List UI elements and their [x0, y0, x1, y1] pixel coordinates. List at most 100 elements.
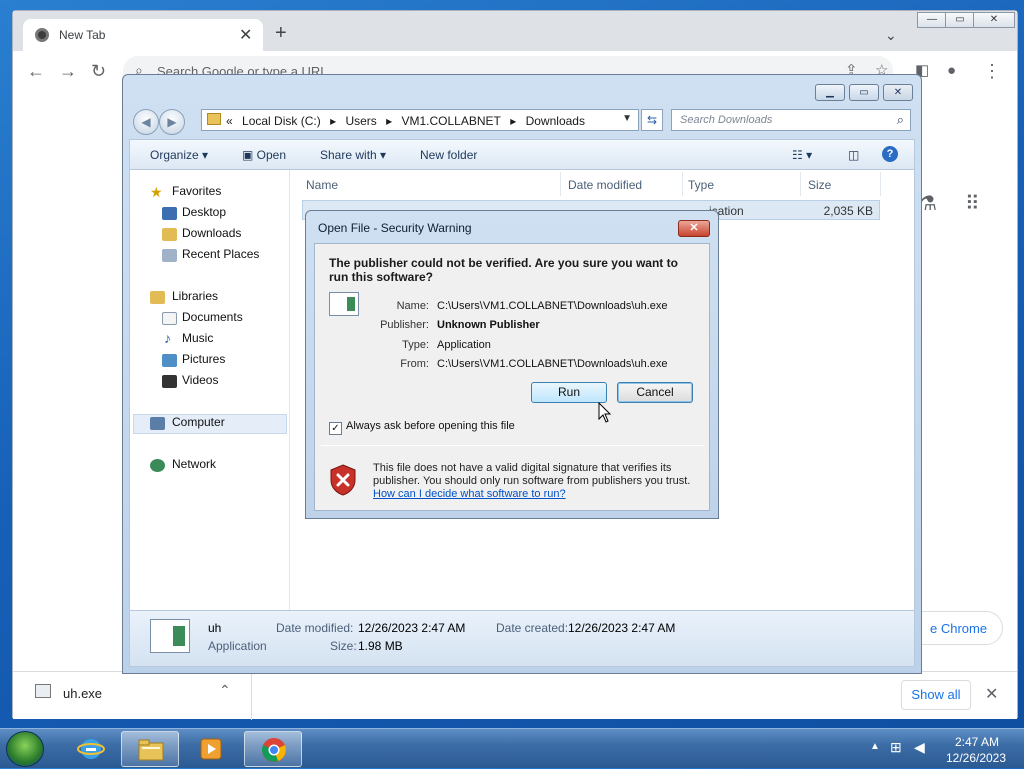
security-warning-dialog: Open File - Security Warning ✕ The publi… [305, 210, 719, 519]
nav-pictures[interactable]: Pictures [182, 352, 225, 366]
preview-pane-icon[interactable]: ◫ [848, 148, 859, 162]
organize-button[interactable]: Organize ▾ [150, 148, 208, 162]
close-icon[interactable]: ✕ [985, 684, 998, 704]
details-file-name: uh [208, 621, 222, 635]
reload-icon[interactable]: ↻ [91, 61, 106, 81]
close-window-button[interactable]: ✕ [973, 12, 1015, 28]
divider [682, 172, 683, 196]
taskbar-media-player[interactable] [182, 731, 240, 767]
maximize-button[interactable]: ▭ [849, 84, 879, 101]
nav-libraries[interactable]: Libraries [172, 289, 218, 303]
nav-desktop[interactable]: Desktop [182, 205, 226, 219]
clock-date[interactable]: 12/26/2023 [938, 751, 1014, 765]
documents-icon [162, 312, 177, 325]
back-icon[interactable]: ← [27, 61, 45, 81]
forward-icon[interactable]: → [59, 61, 77, 81]
search-icon[interactable]: ⌕ [897, 112, 904, 128]
crumb-users[interactable]: Users [345, 114, 376, 128]
back-icon[interactable]: ◀ [133, 109, 159, 135]
always-ask-checkbox[interactable]: ✓ Always ask before opening this file [329, 420, 515, 435]
search-placeholder: Search Downloads [680, 114, 773, 126]
recent-places-icon [162, 249, 177, 262]
start-button[interactable] [6, 731, 44, 767]
crumb-local-disk[interactable]: Local Disk (C:) [242, 114, 321, 128]
search-input[interactable]: Search Downloads ⌕ [671, 109, 911, 131]
publisher-label: Publisher: [380, 319, 429, 331]
column-size[interactable]: Size [808, 178, 831, 192]
close-tab-icon[interactable]: ✕ [239, 25, 252, 45]
nav-favorites[interactable]: Favorites [172, 184, 221, 198]
nav-network[interactable]: Network [172, 457, 216, 471]
minimize-button[interactable]: ▁ [815, 84, 845, 101]
network-status-icon[interactable]: ⊞ [890, 739, 902, 756]
help-link[interactable]: How can I decide what software to run? [373, 488, 566, 500]
checkbox-checked-icon[interactable]: ✓ [329, 422, 342, 435]
windows-explorer-icon [138, 739, 164, 761]
kebab-menu-icon[interactable]: ⋮ [983, 61, 1001, 81]
open-icon: ▣ [242, 148, 257, 162]
crumb-vm1[interactable]: VM1.COLLABNET [402, 114, 501, 128]
from-label: From: [400, 358, 429, 370]
shield-error-icon [330, 464, 356, 496]
dialog-body: The publisher could not be verified. Are… [314, 243, 710, 511]
command-bar: Organize ▾ ▣ Open Share with ▾ New folde… [129, 139, 915, 169]
address-bar[interactable]: « Local Disk (C:) ▸ Users ▸ VM1.COLLABNE… [201, 109, 639, 131]
profile-icon[interactable]: ● [947, 61, 956, 81]
from-value: C:\Users\VM1.COLLABNET\Downloads\uh.exe [437, 358, 668, 370]
forward-icon[interactable]: ▶ [159, 109, 185, 135]
type-value: Application [437, 339, 491, 351]
nav-videos[interactable]: Videos [182, 373, 218, 387]
file-size: 2,035 KB [823, 204, 873, 218]
cancel-button[interactable]: Cancel [617, 382, 693, 403]
open-button[interactable]: ▣ Open [242, 148, 286, 162]
column-name[interactable]: Name [306, 178, 338, 192]
share-with-button[interactable]: Share with ▾ [320, 148, 386, 162]
nav-documents[interactable]: Documents [182, 310, 243, 324]
nav-music[interactable]: Music [182, 331, 213, 345]
taskbar-chrome[interactable] [244, 731, 302, 767]
restore-button[interactable]: ▭ [945, 12, 975, 28]
videos-icon [162, 375, 177, 388]
crumb-downloads[interactable]: Downloads [526, 114, 585, 128]
chevron-down-icon[interactable]: ▼ [622, 113, 632, 124]
nav-computer[interactable]: Computer [172, 415, 225, 429]
chevron-up-icon[interactable]: ⌃ [219, 682, 231, 699]
column-type[interactable]: Type [688, 178, 714, 192]
download-item-name[interactable]: uh.exe [63, 686, 102, 701]
publisher-value: Unknown Publisher [437, 319, 540, 331]
chrome-icon [262, 738, 286, 762]
divider [560, 172, 561, 196]
name-value: C:\Users\VM1.COLLABNET\Downloads\uh.exe [437, 300, 668, 312]
show-hidden-icons-icon[interactable]: ▲ [870, 741, 880, 752]
chevron-down-icon[interactable]: ⌄ [885, 27, 897, 44]
tab-new-tab[interactable]: New Tab ✕ [23, 19, 263, 51]
column-date-modified[interactable]: Date modified [568, 178, 642, 192]
minimize-button[interactable]: — [917, 12, 947, 28]
refresh-button[interactable]: ⇆ [641, 109, 663, 131]
new-folder-button[interactable]: New folder [420, 148, 477, 162]
close-window-button[interactable]: ✕ [883, 84, 913, 101]
taskbar-windows-explorer[interactable] [121, 731, 179, 767]
divider [880, 172, 881, 196]
show-all-button[interactable]: Show all [901, 680, 971, 710]
navigation-pane: ★ Favorites Desktop Downloads Recent Pla… [130, 170, 290, 610]
details-date-modified-label: Date modified: [276, 621, 354, 635]
type-label: Type: [402, 339, 429, 351]
close-dialog-button[interactable]: ✕ [678, 220, 710, 237]
nav-downloads[interactable]: Downloads [182, 226, 241, 240]
details-size-label: Size: [330, 639, 357, 653]
libraries-icon [150, 291, 165, 304]
volume-muted-icon[interactable]: ◀ [914, 739, 925, 756]
run-button[interactable]: Run [531, 382, 607, 403]
help-icon[interactable]: ? [882, 146, 898, 162]
clock-time[interactable]: 2:47 AM [946, 735, 1008, 749]
warning-text: This file does not have a valid digital … [373, 462, 691, 487]
breadcrumb[interactable]: « Local Disk (C:) ▸ Users ▸ VM1.COLLABNE… [226, 114, 591, 128]
view-options-icon[interactable]: ☷ ▾ [792, 148, 812, 162]
star-icon: ★ [150, 184, 163, 200]
taskbar-internet-explorer[interactable] [62, 731, 120, 767]
media-player-icon [200, 738, 222, 760]
apps-grid-icon[interactable]: ⠿ [965, 191, 980, 216]
new-tab-button[interactable]: + [275, 23, 287, 43]
nav-recent-places[interactable]: Recent Places [182, 247, 259, 261]
